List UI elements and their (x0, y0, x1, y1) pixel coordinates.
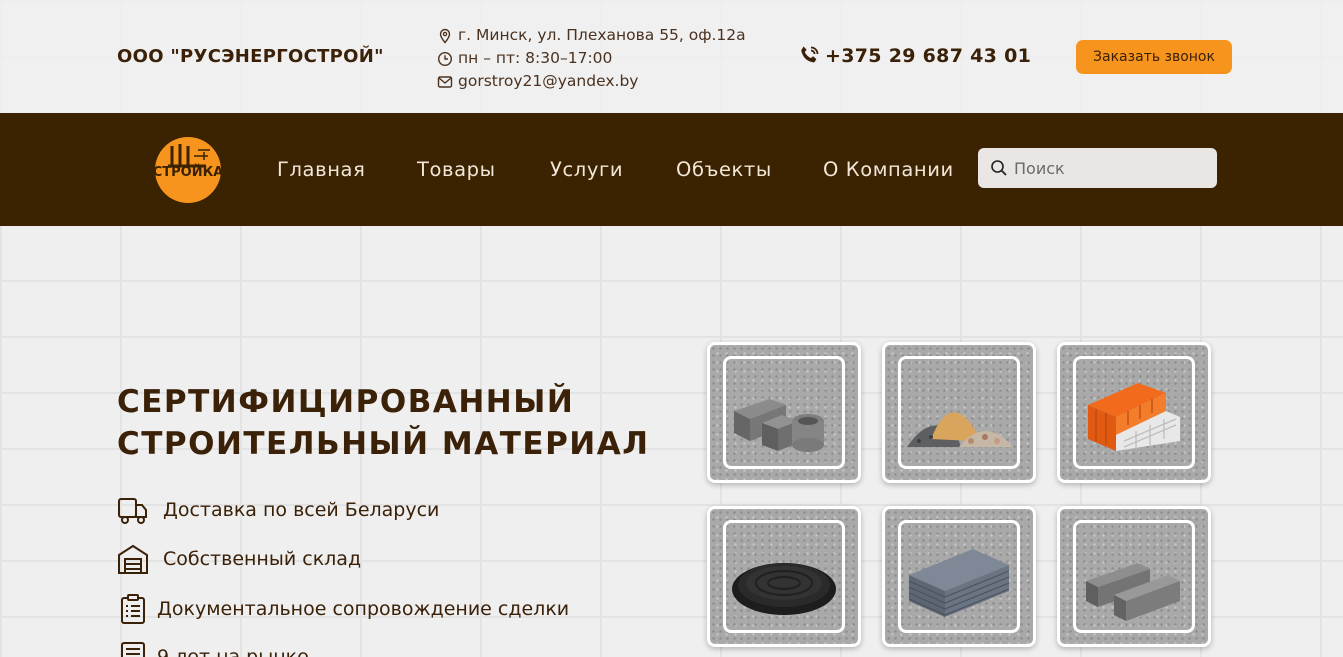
email-row[interactable]: gorstroy21@yandex.by (437, 70, 746, 93)
product-tile[interactable] (882, 342, 1036, 483)
product-tile[interactable] (882, 506, 1036, 647)
sand-gravel-icon (907, 412, 1013, 447)
curb-stone-icon (1086, 563, 1180, 621)
feature-years: 9 лет на рынке (117, 641, 309, 657)
callback-button[interactable]: Заказать звонок (1076, 40, 1232, 74)
feature-label: Доставка по всей Беларуси (163, 499, 440, 521)
product-tile[interactable] (707, 342, 861, 483)
manhole-cover-icon (732, 563, 836, 615)
address-row: г. Минск, ул. Плеханова 55, оф.12а (437, 24, 746, 47)
nav-item-about[interactable]: О Компании (823, 158, 954, 181)
logo[interactable]: СТРОЙКА (150, 130, 226, 206)
search-box[interactable] (978, 148, 1217, 188)
contact-info: г. Минск, ул. Плеханова 55, оф.12а пн – … (437, 24, 746, 93)
bricks-icon (1088, 383, 1180, 451)
location-pin-icon (439, 28, 451, 44)
envelope-icon (437, 75, 453, 88)
hours-row: пн – пт: 8:30–17:00 (437, 47, 746, 70)
feature-label: Документальное сопровождение сделки (157, 598, 570, 620)
clipboard-icon (121, 594, 145, 624)
hero-title: СЕРТИФИЦИРОВАННЫЙ СТРОИТЕЛЬНЫЙ МАТЕРИАЛ (117, 381, 649, 465)
search-icon[interactable] (990, 159, 1008, 177)
top-bar: ООО "РУСЭНЕРГОСТРОЙ" г. Минск, ул. Плеха… (0, 0, 1343, 113)
nav-item-home[interactable]: Главная (277, 158, 365, 181)
address-text: г. Минск, ул. Плеханова 55, оф.12а (458, 26, 746, 44)
feature-label: 9 лет на рынке (157, 646, 309, 657)
concrete-rings-icon (734, 399, 824, 452)
phone-number[interactable]: +375 29 687 43 01 (797, 44, 1031, 68)
hero-title-line1: СЕРТИФИЦИРОВАННЫЙ (117, 384, 575, 420)
document-icon (121, 642, 145, 657)
hero-title-line2: СТРОИТЕЛЬНЫЙ МАТЕРИАЛ (117, 426, 650, 462)
feature-documents: Документальное сопровождение сделки (117, 593, 569, 625)
feature-warehouse: Собственный склад (117, 543, 361, 575)
feature-label: Собственный склад (163, 548, 362, 570)
email-link[interactable]: gorstroy21@yandex.by (458, 70, 638, 93)
product-tile[interactable] (1057, 506, 1211, 647)
company-name: ООО "РУСЭНЕРГОСТРОЙ" (117, 46, 384, 67)
truck-icon (118, 498, 147, 524)
main-nav: СТРОЙКА Главная Товары Услуги Объекты О … (0, 113, 1343, 226)
feature-delivery: Доставка по всей Беларуси (117, 494, 439, 526)
nav-item-objects[interactable]: Объекты (676, 158, 772, 181)
logo-text: СТРОЙКА (153, 164, 224, 180)
phone-icon (801, 46, 819, 63)
concrete-slabs-icon (908, 549, 1010, 617)
search-input[interactable] (1014, 158, 1204, 178)
warehouse-icon (118, 544, 148, 574)
clock-icon (437, 51, 453, 66)
hours-text: пн – пт: 8:30–17:00 (458, 49, 613, 67)
nav-item-services[interactable]: Услуги (550, 158, 623, 181)
product-tile[interactable] (1057, 342, 1211, 483)
phone-text: +375 29 687 43 01 (825, 45, 1032, 67)
product-tile[interactable] (707, 506, 861, 647)
nav-item-products[interactable]: Товары (417, 158, 496, 181)
